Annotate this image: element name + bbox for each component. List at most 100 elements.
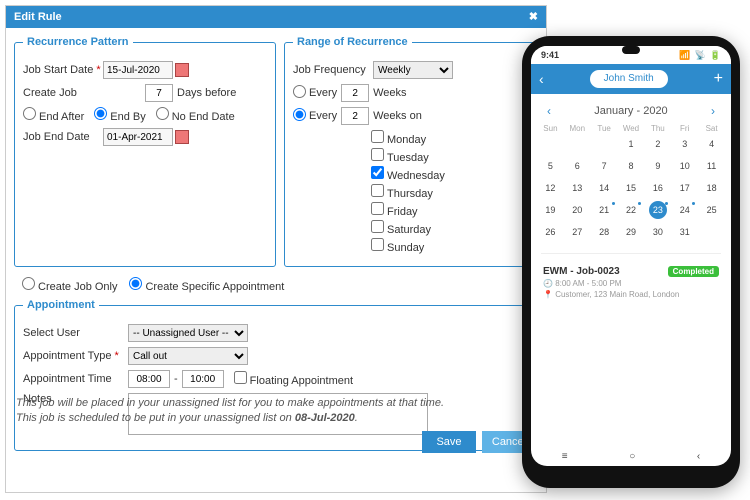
calendar-day[interactable]: 11: [698, 157, 725, 175]
battery-icon: 🔋: [710, 50, 721, 60]
prev-month-icon[interactable]: ‹: [547, 104, 551, 118]
calendar-day[interactable]: 3: [671, 135, 698, 153]
calendar-day[interactable]: 14: [591, 179, 618, 197]
calendar-day[interactable]: 4: [698, 135, 725, 153]
create-appointment-radio[interactable]: Create Specific Appointment: [129, 277, 284, 293]
appointment-group: Appointment Select User -- Unassigned Us…: [14, 299, 530, 451]
edit-rule-dialog: Edit Rule ✖ Recurrence Pattern Job Start…: [5, 5, 547, 493]
select-user-label: Select User: [23, 327, 128, 339]
next-month-icon[interactable]: ›: [711, 104, 715, 118]
calendar-day[interactable]: 24: [671, 201, 698, 219]
job-address: 📍 Customer, 123 Main Road, London: [543, 290, 719, 299]
day-wednesday[interactable]: Wednesday: [371, 166, 527, 182]
no-end-radio[interactable]: No End Date: [156, 107, 235, 123]
calendar-day[interactable]: 28: [591, 223, 618, 241]
day-monday[interactable]: Monday: [371, 130, 527, 146]
every-weeks-radio[interactable]: [293, 85, 309, 101]
range-legend: Range of Recurrence: [293, 36, 412, 48]
end-date-input[interactable]: [103, 128, 173, 146]
time-from-input[interactable]: [128, 370, 170, 388]
weekday-row: SunMonTueWedThuFriSat: [531, 124, 731, 133]
close-icon[interactable]: ✖: [529, 6, 538, 28]
calendar-day[interactable]: 12: [537, 179, 564, 197]
job-title: EWM - Job-0023: [543, 266, 620, 277]
status-icons: 📶 📡 🔋: [675, 50, 721, 61]
calendar-day[interactable]: 20: [564, 201, 591, 219]
clock: 9:41: [541, 50, 559, 60]
calendar-day[interactable]: 26: [537, 223, 564, 241]
back-icon[interactable]: ‹: [539, 71, 544, 87]
day-saturday[interactable]: Saturday: [371, 220, 527, 236]
frequency-select[interactable]: Weekly: [373, 61, 453, 79]
calendar-day[interactable]: 18: [698, 179, 725, 197]
calendar-day[interactable]: 15: [618, 179, 645, 197]
calendar-day[interactable]: 6: [564, 157, 591, 175]
calendar-day[interactable]: 29: [618, 223, 645, 241]
dialog-title: Edit Rule: [14, 6, 62, 28]
days-list: Monday Tuesday Wednesday Thursday Friday Satu…: [371, 130, 527, 254]
days-before-input[interactable]: [145, 84, 173, 102]
calendar-day[interactable]: 8: [618, 157, 645, 175]
recurrence-legend: Recurrence Pattern: [23, 36, 133, 48]
calendar-day[interactable]: 22: [618, 201, 645, 219]
add-icon[interactable]: +: [714, 70, 723, 88]
create-job-only-radio[interactable]: Create Job Only: [22, 277, 117, 293]
appt-type-label: Appointment Type *: [23, 350, 128, 362]
range-of-recurrence-group: Range of Recurrence Job Frequency Weekly…: [284, 36, 536, 267]
day-tuesday[interactable]: Tuesday: [371, 148, 527, 164]
phone-mockup: 9:41 📶 📡 🔋 ‹ John Smith + ‹ January - 2020…: [522, 36, 740, 488]
end-date-label: Job End Date: [23, 131, 103, 143]
calendar-day[interactable]: 30: [644, 223, 671, 241]
appointment-legend: Appointment: [23, 299, 99, 311]
time-to-input[interactable]: [182, 370, 224, 388]
calendar-day[interactable]: 31: [671, 223, 698, 241]
signal-icon: 📶: [679, 50, 690, 60]
end-by-radio[interactable]: End By: [94, 107, 145, 123]
save-button[interactable]: Save: [422, 431, 476, 453]
day-friday[interactable]: Friday: [371, 202, 527, 218]
month-title: January - 2020: [594, 105, 667, 117]
footer-note: This job will be placed in your unassign…: [16, 396, 444, 425]
calendar-grid: 1234567891011121314151617181920212223242…: [531, 133, 731, 249]
wifi-icon: 📡: [695, 50, 706, 60]
every-weeks-input[interactable]: [341, 84, 369, 102]
app-bar: ‹ John Smith +: [531, 64, 731, 94]
dialog-header: Edit Rule ✖: [6, 6, 546, 28]
calendar-day[interactable]: 2: [644, 135, 671, 153]
days-before-suffix: Days before: [177, 87, 236, 99]
user-pill[interactable]: John Smith: [590, 70, 668, 88]
calendar-day[interactable]: 25: [698, 201, 725, 219]
calendar-icon[interactable]: [175, 63, 189, 77]
home-icon[interactable]: ○: [629, 451, 635, 462]
day-thursday[interactable]: Thursday: [371, 184, 527, 200]
end-after-radio[interactable]: End After: [23, 107, 84, 123]
calendar-day[interactable]: 13: [564, 179, 591, 197]
recents-icon[interactable]: ≡: [562, 451, 568, 462]
calendar-day[interactable]: 10: [671, 157, 698, 175]
appt-time-label: Appointment Time: [23, 373, 128, 385]
appt-type-select[interactable]: Call out: [128, 347, 248, 365]
calendar-day[interactable]: 23: [644, 201, 671, 219]
recurrence-pattern-group: Recurrence Pattern Job Start Date * Crea…: [14, 36, 276, 267]
calendar-day[interactable]: 17: [671, 179, 698, 197]
calendar-day[interactable]: 1: [618, 135, 645, 153]
calendar-day[interactable]: 27: [564, 223, 591, 241]
calendar-icon[interactable]: [175, 130, 189, 144]
back-nav-icon[interactable]: ‹: [697, 451, 700, 462]
start-date-input[interactable]: [103, 61, 173, 79]
day-sunday[interactable]: Sunday: [371, 238, 527, 254]
status-badge: Completed: [668, 266, 719, 277]
calendar-day[interactable]: 21: [591, 201, 618, 219]
calendar-day[interactable]: 16: [644, 179, 671, 197]
every-weeks-on-radio[interactable]: [293, 108, 309, 124]
calendar-day[interactable]: 19: [537, 201, 564, 219]
calendar-day[interactable]: 9: [644, 157, 671, 175]
every-weeks-on-input[interactable]: [341, 107, 369, 125]
calendar-day[interactable]: 7: [591, 157, 618, 175]
create-job-label: Create Job: [23, 87, 103, 99]
calendar-day[interactable]: 5: [537, 157, 564, 175]
frequency-label: Job Frequency: [293, 64, 373, 76]
floating-checkbox[interactable]: Floating Appointment: [234, 371, 353, 387]
job-card[interactable]: EWM - Job-0023 Completed 🕘 8:00 AM - 5:0…: [531, 258, 731, 307]
select-user-select[interactable]: -- Unassigned User --: [128, 324, 248, 342]
